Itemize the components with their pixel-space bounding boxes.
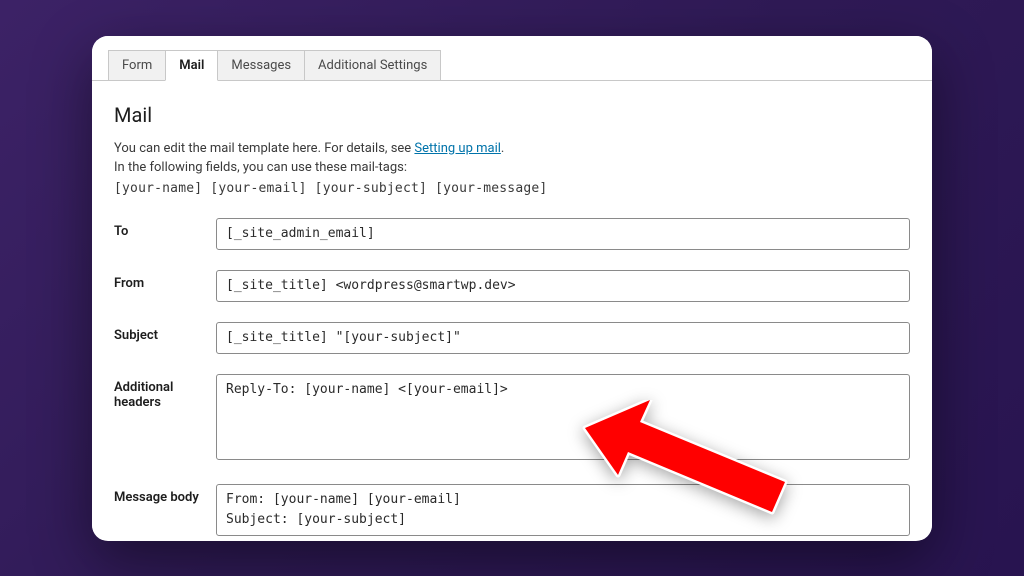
label-headers: Additional headers bbox=[114, 374, 216, 410]
input-headers[interactable] bbox=[216, 374, 910, 460]
mail-tags-intro: In the following fields, you can use the… bbox=[114, 158, 910, 178]
section-description: You can edit the mail template here. For… bbox=[114, 139, 910, 159]
mail-tags-list: [your-name] [your-email] [your-subject] … bbox=[114, 181, 910, 196]
row-body: Message body bbox=[114, 484, 910, 540]
input-to[interactable] bbox=[216, 218, 910, 250]
tab-form[interactable]: Form bbox=[108, 50, 166, 80]
label-from: From bbox=[114, 270, 216, 291]
input-subject[interactable] bbox=[216, 322, 910, 354]
label-body: Message body bbox=[114, 484, 216, 505]
tab-messages[interactable]: Messages bbox=[217, 50, 305, 80]
tab-mail[interactable]: Mail bbox=[165, 50, 218, 81]
row-to: To bbox=[114, 218, 910, 250]
mail-form: To From Subject Additional headers bbox=[114, 218, 910, 540]
section-heading: Mail bbox=[114, 103, 910, 127]
row-subject: Subject bbox=[114, 322, 910, 354]
tab-bar: Form Mail Messages Additional Settings bbox=[92, 36, 932, 81]
row-headers: Additional headers bbox=[114, 374, 910, 464]
setting-up-mail-link[interactable]: Setting up mail bbox=[414, 141, 500, 156]
desc-text: You can edit the mail template here. For… bbox=[114, 141, 414, 156]
desc-suffix: . bbox=[501, 141, 504, 156]
settings-panel: Form Mail Messages Additional Settings M… bbox=[92, 36, 932, 541]
row-from: From bbox=[114, 270, 910, 302]
input-from[interactable] bbox=[216, 270, 910, 302]
input-body[interactable] bbox=[216, 484, 910, 536]
mail-content: Mail You can edit the mail template here… bbox=[92, 81, 932, 540]
tab-additional-settings[interactable]: Additional Settings bbox=[304, 50, 441, 80]
label-to: To bbox=[114, 218, 216, 239]
label-subject: Subject bbox=[114, 322, 216, 343]
